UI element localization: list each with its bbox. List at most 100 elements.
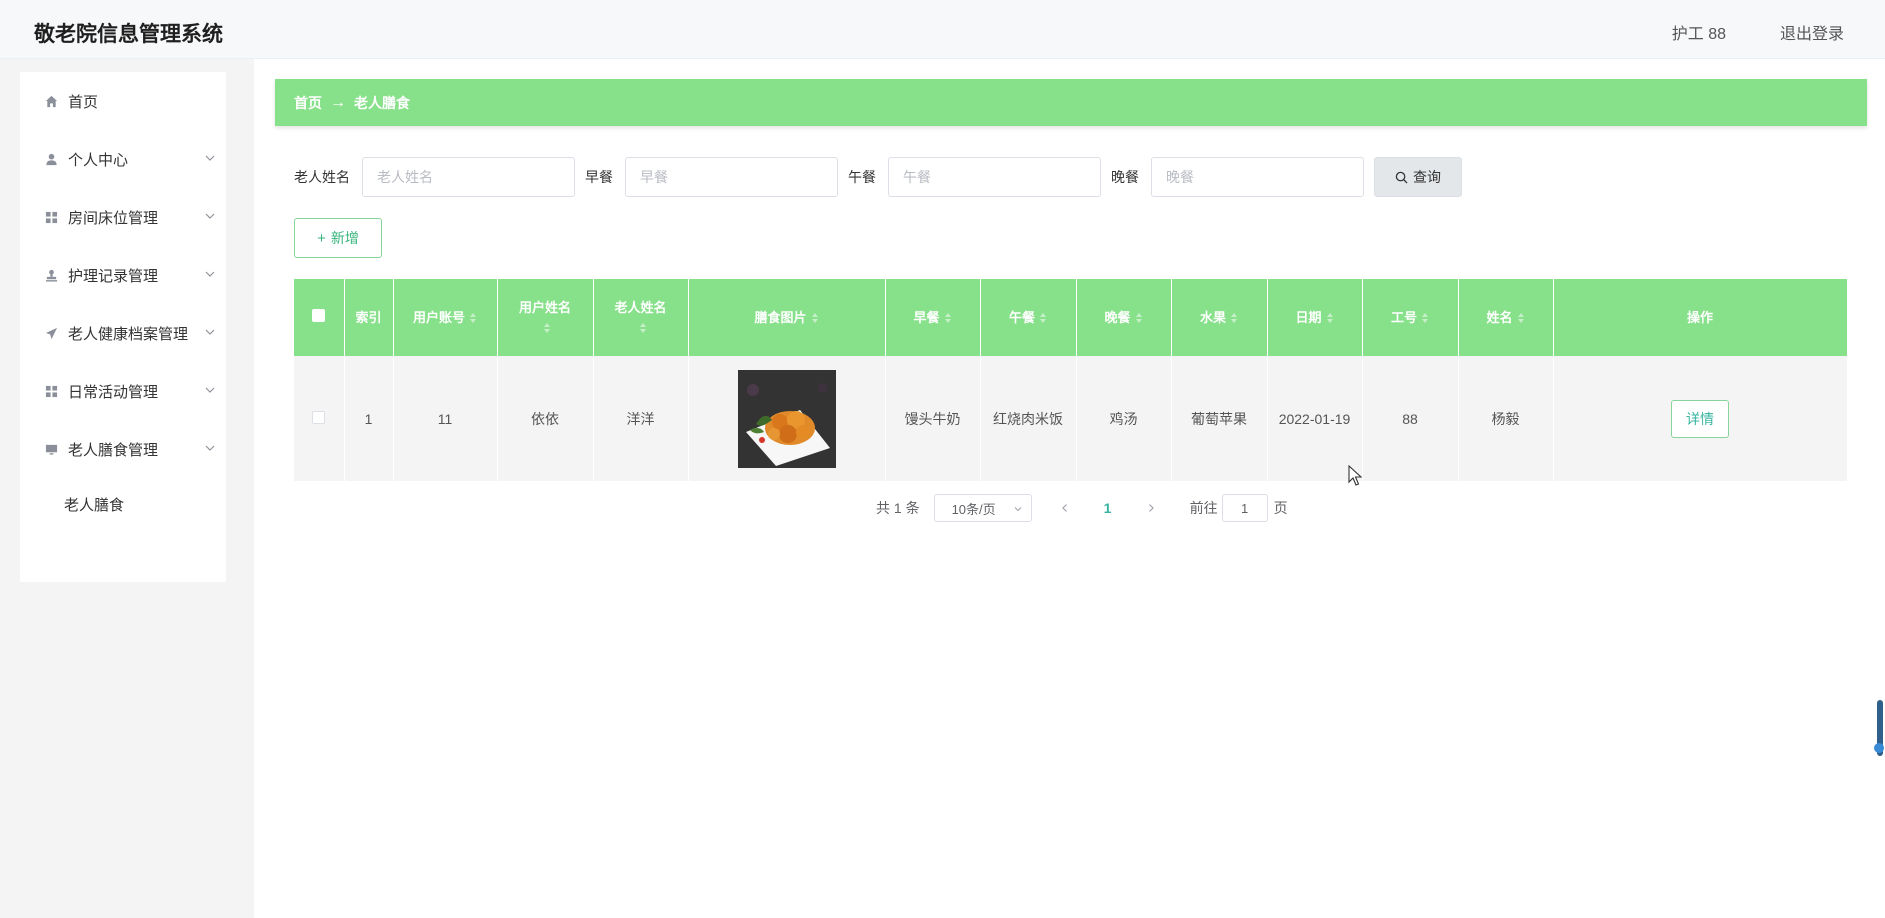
pagination: 共 1 条 10条/页 1 前往 页 xyxy=(876,494,1288,522)
col-staff-id[interactable]: 工号 xyxy=(1362,279,1459,356)
breakfast-input[interactable] xyxy=(625,157,838,197)
cell-name: 杨毅 xyxy=(1458,356,1554,481)
cell-lunch: 红烧肉米饭 xyxy=(980,356,1077,481)
sort-icon xyxy=(1517,313,1524,324)
chevron-down-icon xyxy=(205,445,215,451)
col-fruit[interactable]: 水果 xyxy=(1171,279,1268,356)
sidebar-item-label: 护理记录管理 xyxy=(68,267,159,285)
paper-plane-icon xyxy=(44,326,58,340)
add-button-label: 新增 xyxy=(330,230,359,246)
sort-icon xyxy=(811,313,818,324)
next-page-button[interactable] xyxy=(1140,494,1162,522)
lunch-label: 午餐 xyxy=(848,169,876,185)
monitor-icon xyxy=(44,442,58,456)
query-button-label: 查询 xyxy=(1413,169,1441,185)
col-dinner[interactable]: 晚餐 xyxy=(1076,279,1172,356)
stamp-icon xyxy=(44,268,58,282)
cell-breakfast: 馒头牛奶 xyxy=(885,356,981,481)
sort-icon xyxy=(1422,313,1428,324)
cell-fruit: 葡萄苹果 xyxy=(1171,356,1268,481)
sort-icon xyxy=(944,313,951,324)
col-date[interactable]: 日期 xyxy=(1267,279,1363,356)
cell-account: 11 xyxy=(393,356,498,481)
sort-icon xyxy=(1040,313,1046,324)
col-account[interactable]: 用户账号 xyxy=(393,279,498,356)
breadcrumb-home[interactable]: 首页 xyxy=(294,93,322,113)
cell-dinner: 鸡汤 xyxy=(1076,356,1172,481)
add-button[interactable]: + 新增 xyxy=(294,218,382,258)
sidebar-item-daily-activities[interactable]: 日常活动管理 xyxy=(20,362,226,420)
sort-icon xyxy=(1231,313,1237,324)
col-elder-name[interactable]: 老人姓名 xyxy=(593,279,689,356)
sidebar-item-care-records[interactable]: 护理记录管理 xyxy=(20,246,226,304)
page-size-select[interactable]: 10条/页 xyxy=(933,494,1032,522)
sidebar-item-personal-center[interactable]: 个人中心 xyxy=(20,130,226,188)
home-icon xyxy=(44,94,58,108)
goto-label: 前往 xyxy=(1189,500,1218,516)
col-username[interactable]: 用户姓名 xyxy=(497,279,594,356)
query-button[interactable]: 查询 xyxy=(1374,157,1462,197)
breakfast-label: 早餐 xyxy=(585,169,613,185)
table-row: 1 11 依依 洋洋 馒头牛奶 红烧肉米饭 鸡汤 葡萄苹果 2022-01-19… xyxy=(294,356,1848,481)
col-breakfast[interactable]: 早餐 xyxy=(885,279,981,356)
chevron-down-icon xyxy=(205,213,215,219)
sidebar: 首页 个人中心 房间床位管理 护理记录管理 老人健康档案管理 日常活动管理 老人… xyxy=(0,59,254,918)
sort-icon xyxy=(470,313,476,324)
col-meal-image[interactable]: 膳食图片 xyxy=(688,279,886,356)
prev-page-button[interactable] xyxy=(1054,494,1076,522)
chevron-down-icon xyxy=(1014,507,1021,512)
logout-link[interactable]: 退出登录 xyxy=(1780,20,1844,44)
cell-elder-name: 洋洋 xyxy=(593,356,689,481)
cell-date: 2022-01-19 xyxy=(1267,356,1363,481)
search-icon xyxy=(1395,171,1408,184)
col-lunch[interactable]: 午餐 xyxy=(980,279,1077,356)
chevron-down-icon xyxy=(205,155,215,161)
page-suffix: 页 xyxy=(1273,500,1288,516)
chevron-right-icon xyxy=(1148,504,1154,512)
lunch-input[interactable] xyxy=(888,157,1101,197)
sort-icon xyxy=(1135,313,1142,324)
breadcrumb-arrow: → xyxy=(330,93,346,111)
page-size-value: 10条/页 xyxy=(951,501,996,517)
sidebar-item-home[interactable]: 首页 xyxy=(20,72,226,130)
page-number-current[interactable]: 1 xyxy=(1093,500,1123,516)
sidebar-item-meal-management[interactable]: 老人膳食管理 xyxy=(20,420,226,478)
top-header: 敬老院信息管理系统 护工 88 退出登录 xyxy=(0,0,1885,59)
sort-icon xyxy=(639,323,646,334)
sidebar-item-label: 房间床位管理 xyxy=(68,209,159,227)
grid-icon xyxy=(44,210,58,224)
search-form: 老人姓名 早餐 午餐 晚餐 查询 xyxy=(294,157,1462,197)
select-all-checkbox[interactable] xyxy=(312,308,326,322)
col-index: 索引 xyxy=(344,279,394,356)
sidebar-item-label: 日常活动管理 xyxy=(68,383,159,401)
row-select-cell xyxy=(294,356,345,481)
chevron-left-icon xyxy=(1061,504,1067,512)
sidebar-item-health-records[interactable]: 老人健康档案管理 xyxy=(20,304,226,362)
select-all-cell xyxy=(294,279,345,356)
goto-page-input[interactable] xyxy=(1221,494,1268,522)
sidebar-menu: 首页 个人中心 房间床位管理 护理记录管理 老人健康档案管理 日常活动管理 老人… xyxy=(20,72,226,582)
row-checkbox[interactable] xyxy=(312,410,326,424)
grid-icon xyxy=(44,384,58,398)
sidebar-subitem-elder-meals[interactable]: 老人膳食 xyxy=(20,478,226,530)
sidebar-item-label: 老人膳食管理 xyxy=(68,441,159,459)
scrollbar-handle[interactable] xyxy=(1874,743,1884,753)
sidebar-item-room-bed[interactable]: 房间床位管理 xyxy=(20,188,226,246)
sidebar-item-label: 个人中心 xyxy=(68,151,129,169)
detail-button[interactable]: 详情 xyxy=(1671,399,1729,438)
user-icon xyxy=(44,152,58,166)
dinner-input[interactable] xyxy=(1151,157,1364,197)
cell-actions: 详情 xyxy=(1553,356,1848,481)
chevron-down-icon xyxy=(205,387,215,393)
table-header-row: 索引 用户账号 用户姓名 老人姓名 膳食图片 早餐 午餐 晚餐 水果 日期 工号… xyxy=(294,279,1848,356)
breadcrumb-current: 老人膳食 xyxy=(354,94,410,111)
elder-name-label: 老人姓名 xyxy=(294,169,350,185)
sort-icon xyxy=(1326,313,1333,324)
col-name[interactable]: 姓名 xyxy=(1458,279,1554,356)
elder-name-input[interactable] xyxy=(362,157,575,197)
cell-meal-image xyxy=(688,356,886,481)
meal-table: 索引 用户账号 用户姓名 老人姓名 膳食图片 早餐 午餐 晚餐 水果 日期 工号… xyxy=(294,279,1848,481)
app-title: 敬老院信息管理系统 xyxy=(34,23,223,46)
plus-icon: + xyxy=(317,229,326,247)
meal-image[interactable] xyxy=(737,369,836,468)
